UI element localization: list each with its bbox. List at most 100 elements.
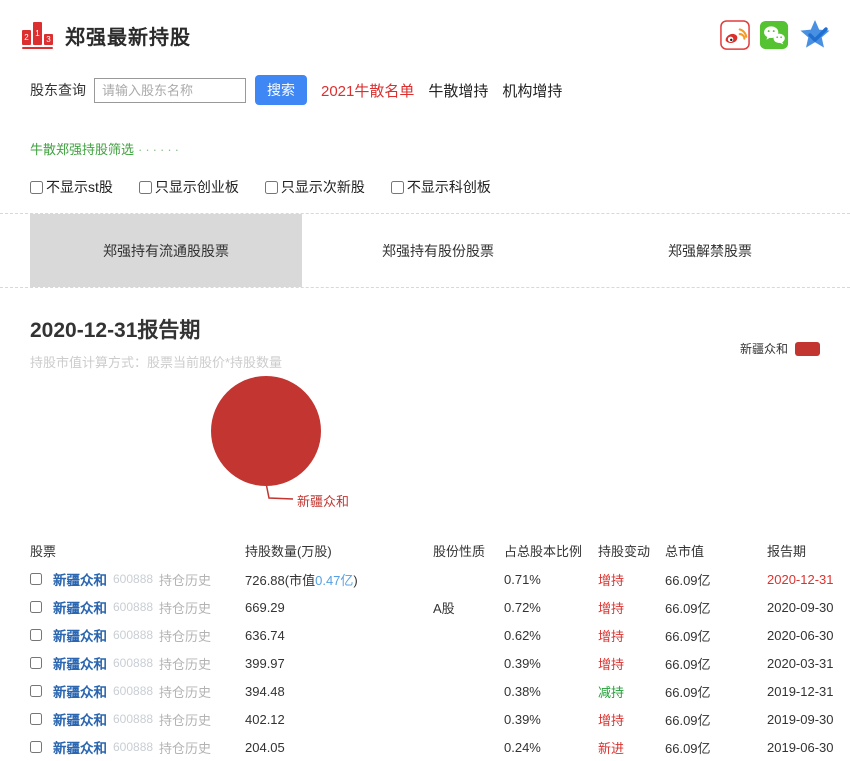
row-select-checkbox[interactable] xyxy=(30,741,42,753)
header: 2 1 3 郑强最新持股 xyxy=(0,0,850,52)
checkbox-label: 只显示创业板 xyxy=(154,179,239,195)
change-cell: 增持 xyxy=(598,656,625,672)
checkbox-only-chinext[interactable] xyxy=(138,180,152,194)
stock-name-link[interactable]: 新疆众和 xyxy=(53,737,107,757)
social-share-icons xyxy=(720,18,832,52)
legend-swatch xyxy=(795,341,820,356)
wechat-share-icon[interactable] xyxy=(759,20,789,50)
report-date-cell: 2020-03-31 xyxy=(767,655,834,671)
stock-name-link[interactable]: 新疆众和 xyxy=(53,681,107,701)
market-value-note: 0.47亿 xyxy=(315,572,354,588)
checkbox-only-subnew[interactable] xyxy=(264,180,278,194)
row-select-checkbox[interactable] xyxy=(30,601,42,613)
col-header-change: 持股变动 xyxy=(598,543,651,559)
pie-slice-xinjiang-zhonghe[interactable] xyxy=(211,376,321,486)
holding-history-link[interactable]: 持仓历史 xyxy=(159,710,211,729)
report-period-title: 2020-12-31报告期 xyxy=(30,319,201,342)
total-value-cell: 66.09亿 xyxy=(665,600,711,616)
total-value-cell: 66.09亿 xyxy=(665,572,711,588)
stock-name-link[interactable]: 新疆众和 xyxy=(53,653,107,673)
table-row: 新疆众和 600888 持仓历史 204.05 0.24% 新进 66.09亿 2019-06… xyxy=(30,733,850,761)
podium-bar-2: 2 xyxy=(22,30,31,45)
holding-history-link[interactable]: 持仓历史 xyxy=(159,654,211,673)
quantity-cell: 636.74 xyxy=(245,627,285,643)
checkbox-hide-star[interactable] xyxy=(390,180,404,194)
filter-title-text: 牛散郑强持股筛选 xyxy=(30,142,135,157)
stock-name-link[interactable]: 新疆众和 xyxy=(53,625,107,645)
table-row: 新疆众和 600888 持仓历史 636.74 0.62% 增持 66.09亿 2020-06… xyxy=(30,621,850,649)
stock-cell: 新疆众和 600888 持仓历史 xyxy=(30,737,245,757)
podium-base xyxy=(22,47,53,49)
col-header-total-value: 总市值 xyxy=(665,543,705,559)
row-select-checkbox[interactable] xyxy=(30,713,42,725)
checkbox-label: 不显示st股 xyxy=(46,179,113,195)
row-select-checkbox[interactable] xyxy=(30,657,42,669)
stock-name-link[interactable]: 新疆众和 xyxy=(53,569,107,589)
change-cell: 新进 xyxy=(598,740,625,756)
checkbox-label: 只显示次新股 xyxy=(280,179,365,195)
quantity-cell: 402.12 xyxy=(245,711,285,727)
stock-code: 600888 xyxy=(113,600,154,614)
holding-history-link[interactable]: 持仓历史 xyxy=(159,598,211,617)
favorite-star-icon[interactable] xyxy=(798,18,832,52)
chart-legend[interactable]: 新疆众和 xyxy=(740,340,820,357)
total-value-cell: 66.09亿 xyxy=(665,656,711,672)
change-cell: 增持 xyxy=(598,600,625,616)
total-value-cell: 66.09亿 xyxy=(665,712,711,728)
share-nature-cell: A股 xyxy=(433,600,455,616)
ratio-cell: 0.72% xyxy=(504,599,541,615)
tab-unlocked-shares[interactable]: 郑强解禁股票 xyxy=(574,214,846,287)
filter-checkbox-hide-st[interactable]: 不显示st股 xyxy=(30,177,113,197)
table-row: 新疆众和 600888 持仓历史 402.12 0.39% 增持 66.09亿 2019-09… xyxy=(30,705,850,733)
stock-name-link[interactable]: 新疆众和 xyxy=(53,597,107,617)
table-row: 新疆众和 600888 持仓历史 399.97 0.39% 增持 66.09亿 2020-03… xyxy=(30,649,850,677)
report-date-cell: 2019-06-30 xyxy=(767,739,834,755)
ratio-cell: 0.24% xyxy=(504,739,541,755)
row-select-checkbox[interactable] xyxy=(30,573,42,585)
stock-name-link[interactable]: 新疆众和 xyxy=(53,709,107,729)
report-date-cell: 2020-09-30 xyxy=(767,599,834,615)
ratio-cell: 0.38% xyxy=(504,683,541,699)
report-date-cell: 2019-09-30 xyxy=(767,711,834,727)
quantity-cell: 394.48 xyxy=(245,683,285,699)
holding-history-link[interactable]: 持仓历史 xyxy=(159,626,211,645)
stock-cell: 新疆众和 600888 持仓历史 xyxy=(30,653,245,673)
holding-history-link[interactable]: 持仓历史 xyxy=(159,738,211,757)
total-value-cell: 66.09亿 xyxy=(665,684,711,700)
row-select-checkbox[interactable] xyxy=(30,685,42,697)
checkbox-hide-st[interactable] xyxy=(30,180,43,194)
change-cell: 增持 xyxy=(598,572,625,588)
stock-code: 600888 xyxy=(113,628,154,642)
search-input[interactable] xyxy=(94,77,246,103)
report-date-cell: 2020-06-30 xyxy=(767,627,834,643)
pie-callout-line xyxy=(265,482,294,500)
stock-code: 600888 xyxy=(113,712,154,726)
stock-code: 600888 xyxy=(113,572,154,586)
col-header-report-date: 报告期 xyxy=(767,543,807,559)
report-section: 2020-12-31报告期 持股市值计算方式：股票当前股价*持股数量 新疆众和 xyxy=(30,314,850,371)
report-date-cell: 2020-12-31 xyxy=(767,571,834,587)
link-institution-increase[interactable]: 机构增持 xyxy=(502,80,562,101)
podium-bar-1: 1 xyxy=(33,22,42,45)
page: 2 1 3 郑强最新持股 股东查询 请输入股东名称 搜索 2021牛散名单 牛散… xyxy=(0,0,850,761)
stock-cell: 新疆众和 600888 持仓历史 xyxy=(30,709,245,729)
checkbox-label: 不显示科创板 xyxy=(406,179,491,195)
filter-checkbox-only-subnew[interactable]: 只显示次新股 xyxy=(264,177,365,197)
row-select-checkbox[interactable] xyxy=(30,629,42,641)
holding-history-link[interactable]: 持仓历史 xyxy=(159,570,211,589)
col-header-nature: 股份性质 xyxy=(433,543,486,559)
link-niusan-increase[interactable]: 牛散增持 xyxy=(428,80,488,101)
stock-code: 600888 xyxy=(113,740,154,754)
table-row: 新疆众和 600888 持仓历史 726.88(市值0.47亿) 0.71% 增持 66.0… xyxy=(30,565,850,593)
filter-checkbox-hide-star[interactable]: 不显示科创板 xyxy=(390,177,491,197)
report-subtitle: 持股市值计算方式：股票当前股价*持股数量 xyxy=(30,355,283,370)
tab-circulating-shares[interactable]: 郑强持有流通股股票 xyxy=(30,214,302,287)
link-2021-niusan-list[interactable]: 2021牛散名单 xyxy=(321,80,414,101)
col-header-stock: 股票 xyxy=(30,543,57,559)
filter-checkbox-only-chinext[interactable]: 只显示创业板 xyxy=(138,177,239,197)
weibo-share-icon[interactable] xyxy=(720,20,750,50)
search-button[interactable]: 搜索 xyxy=(255,75,307,105)
holding-history-link[interactable]: 持仓历史 xyxy=(159,682,211,701)
tab-all-shares[interactable]: 郑强持有股份股票 xyxy=(302,214,574,287)
col-header-ratio: 占总股本比例 xyxy=(504,543,583,559)
